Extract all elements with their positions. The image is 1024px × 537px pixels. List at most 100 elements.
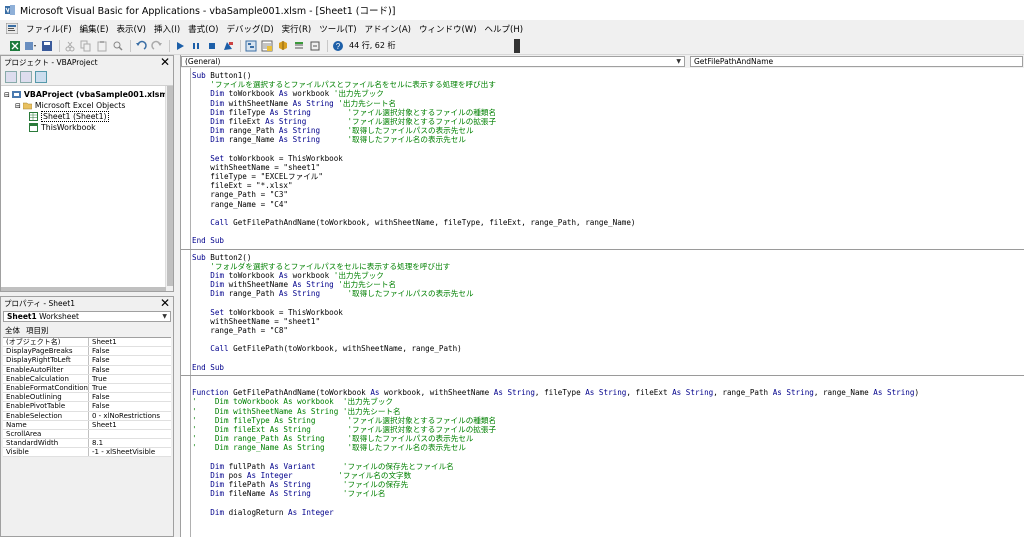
code-line[interactable] — [192, 209, 1024, 218]
vba-system-menu-icon[interactable] — [5, 22, 19, 35]
menu-insert[interactable]: 挿入(I) — [150, 23, 184, 35]
property-value[interactable]: Sheet1 — [89, 421, 117, 429]
save-icon[interactable] — [40, 39, 53, 52]
property-row[interactable]: EnableAutoFilter False — [3, 365, 171, 375]
menu-edit[interactable]: 編集(E) — [76, 23, 113, 35]
code-line[interactable]: Dim dialogReturn As Integer — [192, 508, 1024, 517]
code-line[interactable]: 'ファイルを選択するとファイルパスとファイル名をセルに表示する処理を呼び出す — [192, 80, 1024, 89]
menu-window[interactable]: ウィンドウ(W) — [415, 23, 481, 35]
property-row[interactable]: EnablePivotTable False — [3, 402, 171, 412]
menu-help[interactable]: ヘルプ(H) — [481, 23, 528, 35]
insert-module-icon[interactable] — [24, 39, 37, 52]
cut-icon[interactable] — [63, 39, 76, 52]
undo-icon[interactable] — [134, 39, 147, 52]
property-value[interactable]: Sheet1 — [89, 338, 117, 346]
toolbox-icon[interactable] — [292, 39, 305, 52]
property-row[interactable]: (オブジェクト名) Sheet1 — [3, 338, 171, 348]
code-line[interactable]: Set toWorkbook = ThisWorkbook — [192, 154, 1024, 163]
menu-view[interactable]: 表示(V) — [113, 23, 150, 35]
property-value[interactable]: False — [89, 366, 110, 374]
code-line[interactable] — [192, 354, 1024, 363]
code-line[interactable]: ' Dim fileExt As String 'ファイル選択対象とするファイル… — [192, 425, 1024, 434]
code-line[interactable] — [192, 379, 1024, 388]
code-line[interactable]: fileType = "EXCELファイル" — [192, 172, 1024, 181]
code-line[interactable] — [192, 145, 1024, 154]
tree-item-excel-objects[interactable]: ⊟ Microsoft Excel Objects — [1, 100, 173, 111]
code-line[interactable]: Call GetFilePathAndName(toWorkbook, with… — [192, 218, 1024, 227]
menu-format[interactable]: 書式(O) — [184, 23, 222, 35]
code-line[interactable]: Dim withSheetName As String '出力先シート名 — [192, 280, 1024, 289]
code-line[interactable]: Dim fileType As String 'ファイル選択対象とするファイルの… — [192, 108, 1024, 117]
help-icon[interactable]: ? — [331, 39, 344, 52]
collapse-icon[interactable]: ⊟ — [4, 91, 10, 99]
property-value[interactable]: -1 - xlSheetVisible — [89, 448, 155, 456]
view-code-icon[interactable] — [5, 70, 17, 83]
code-line[interactable]: Set toWorkbook = ThisWorkbook — [192, 308, 1024, 317]
project-horizontal-scrollbar[interactable] — [1, 287, 166, 291]
code-line[interactable]: Function GetFilePathAndName(toWorkbook A… — [192, 388, 1024, 397]
object-browser-icon[interactable] — [276, 39, 289, 52]
chevron-down-icon[interactable]: ▼ — [676, 58, 681, 65]
code-line[interactable]: Dim range_Path As String '取得したファイルパスの表示先… — [192, 126, 1024, 135]
tree-item-sheet1[interactable]: Sheet1 (Sheet1) — [1, 111, 173, 122]
code-line[interactable]: 'フォルダを選択するとファイルパスをセルに表示する処理を呼び出す — [192, 262, 1024, 271]
code-line[interactable]: ' Dim withSheetName As String '出力先シート名 — [192, 407, 1024, 416]
properties-icon[interactable] — [260, 39, 273, 52]
code-line[interactable]: range_Name = "C4" — [192, 200, 1024, 209]
property-value[interactable]: True — [89, 384, 107, 392]
property-value[interactable]: False — [89, 347, 110, 355]
menu-addins[interactable]: アドイン(A) — [361, 23, 415, 35]
property-row[interactable]: DisplayRightToLeft False — [3, 356, 171, 366]
close-icon[interactable]: ✕ — [160, 297, 170, 309]
tab-alphabetic[interactable]: 全体 — [5, 325, 20, 336]
design-mode-icon[interactable] — [221, 39, 234, 52]
code-line[interactable] — [192, 335, 1024, 344]
property-value[interactable]: True — [89, 375, 107, 383]
tree-item-thisworkbook[interactable]: ThisWorkbook — [1, 122, 173, 133]
tab-order-icon[interactable] — [308, 39, 321, 52]
code-line[interactable]: withSheetName = "sheet1" — [192, 317, 1024, 326]
close-icon[interactable]: ✕ — [160, 56, 170, 68]
view-object-icon[interactable] — [20, 70, 32, 83]
code-line[interactable]: ' Dim toWorkbook As workbook '出力先ブック — [192, 397, 1024, 406]
code-line[interactable]: Sub Button2() — [192, 253, 1024, 262]
menu-debug[interactable]: デバッグ(D) — [222, 23, 277, 35]
code-line[interactable]: Dim range_Path As String '取得したファイルパスの表示先… — [192, 289, 1024, 298]
project-vertical-scrollbar[interactable] — [165, 86, 173, 291]
code-line[interactable]: Call GetFilePath(toWorkbook, withSheetNa… — [192, 344, 1024, 353]
find-icon[interactable] — [111, 39, 124, 52]
toggle-folders-icon[interactable] — [35, 70, 47, 83]
code-line[interactable]: Dim fileExt As String 'ファイル選択対象とするファイルの拡… — [192, 117, 1024, 126]
code-line[interactable]: ' Dim range_Name As String '取得したファイル名の表示… — [192, 443, 1024, 452]
property-row[interactable]: Visible -1 - xlSheetVisible — [3, 448, 171, 458]
code-line[interactable]: range_Path = "C3" — [192, 190, 1024, 199]
code-line[interactable]: Dim fullPath As Variant 'ファイルの保存先とファイル名 — [192, 462, 1024, 471]
property-row[interactable]: EnableSelection 0 - xlNoRestrictions — [3, 411, 171, 421]
code-line[interactable]: End Sub — [192, 236, 1024, 245]
code-line[interactable]: ' Dim range_Path As String '取得したファイルパスの表… — [192, 434, 1024, 443]
menu-run[interactable]: 実行(R) — [278, 23, 316, 35]
scrollbar-thumb[interactable] — [167, 86, 173, 286]
property-value[interactable]: 8.1 — [89, 439, 103, 447]
paste-icon[interactable] — [95, 39, 108, 52]
chevron-down-icon[interactable]: ▼ — [162, 313, 167, 320]
run-icon[interactable] — [173, 39, 186, 52]
object-combo[interactable]: (General) ▼ — [181, 56, 685, 67]
code-line[interactable]: Dim range_Name As String '取得したファイル名の表示先セ… — [192, 135, 1024, 144]
code-line[interactable]: End Sub — [192, 363, 1024, 372]
tab-categorized[interactable]: 項目別 — [26, 325, 49, 336]
break-icon[interactable] — [189, 39, 202, 52]
code-line[interactable]: Dim toWorkbook As workbook '出力先ブック — [192, 89, 1024, 98]
property-row[interactable]: EnableFormatConditionsC True — [3, 383, 171, 394]
property-row[interactable]: StandardWidth 8.1 — [3, 439, 171, 449]
menu-tools[interactable]: ツール(T) — [315, 23, 360, 35]
property-row[interactable]: DisplayPageBreaks False — [3, 347, 171, 357]
code-line[interactable]: Dim fileName As String 'ファイル名 — [192, 489, 1024, 498]
procedure-combo[interactable]: GetFilePathAndName — [690, 56, 1023, 67]
code-line[interactable] — [192, 453, 1024, 462]
code-line[interactable]: Dim filePath As String 'ファイルの保存先 — [192, 480, 1024, 489]
code-line[interactable]: fileExt = "*.xlsx" — [192, 181, 1024, 190]
redo-icon[interactable] — [150, 39, 163, 52]
code-line[interactable]: ' Dim fileType As String 'ファイル選択対象とするファイ… — [192, 416, 1024, 425]
property-row[interactable]: Name Sheet1 — [3, 420, 171, 430]
